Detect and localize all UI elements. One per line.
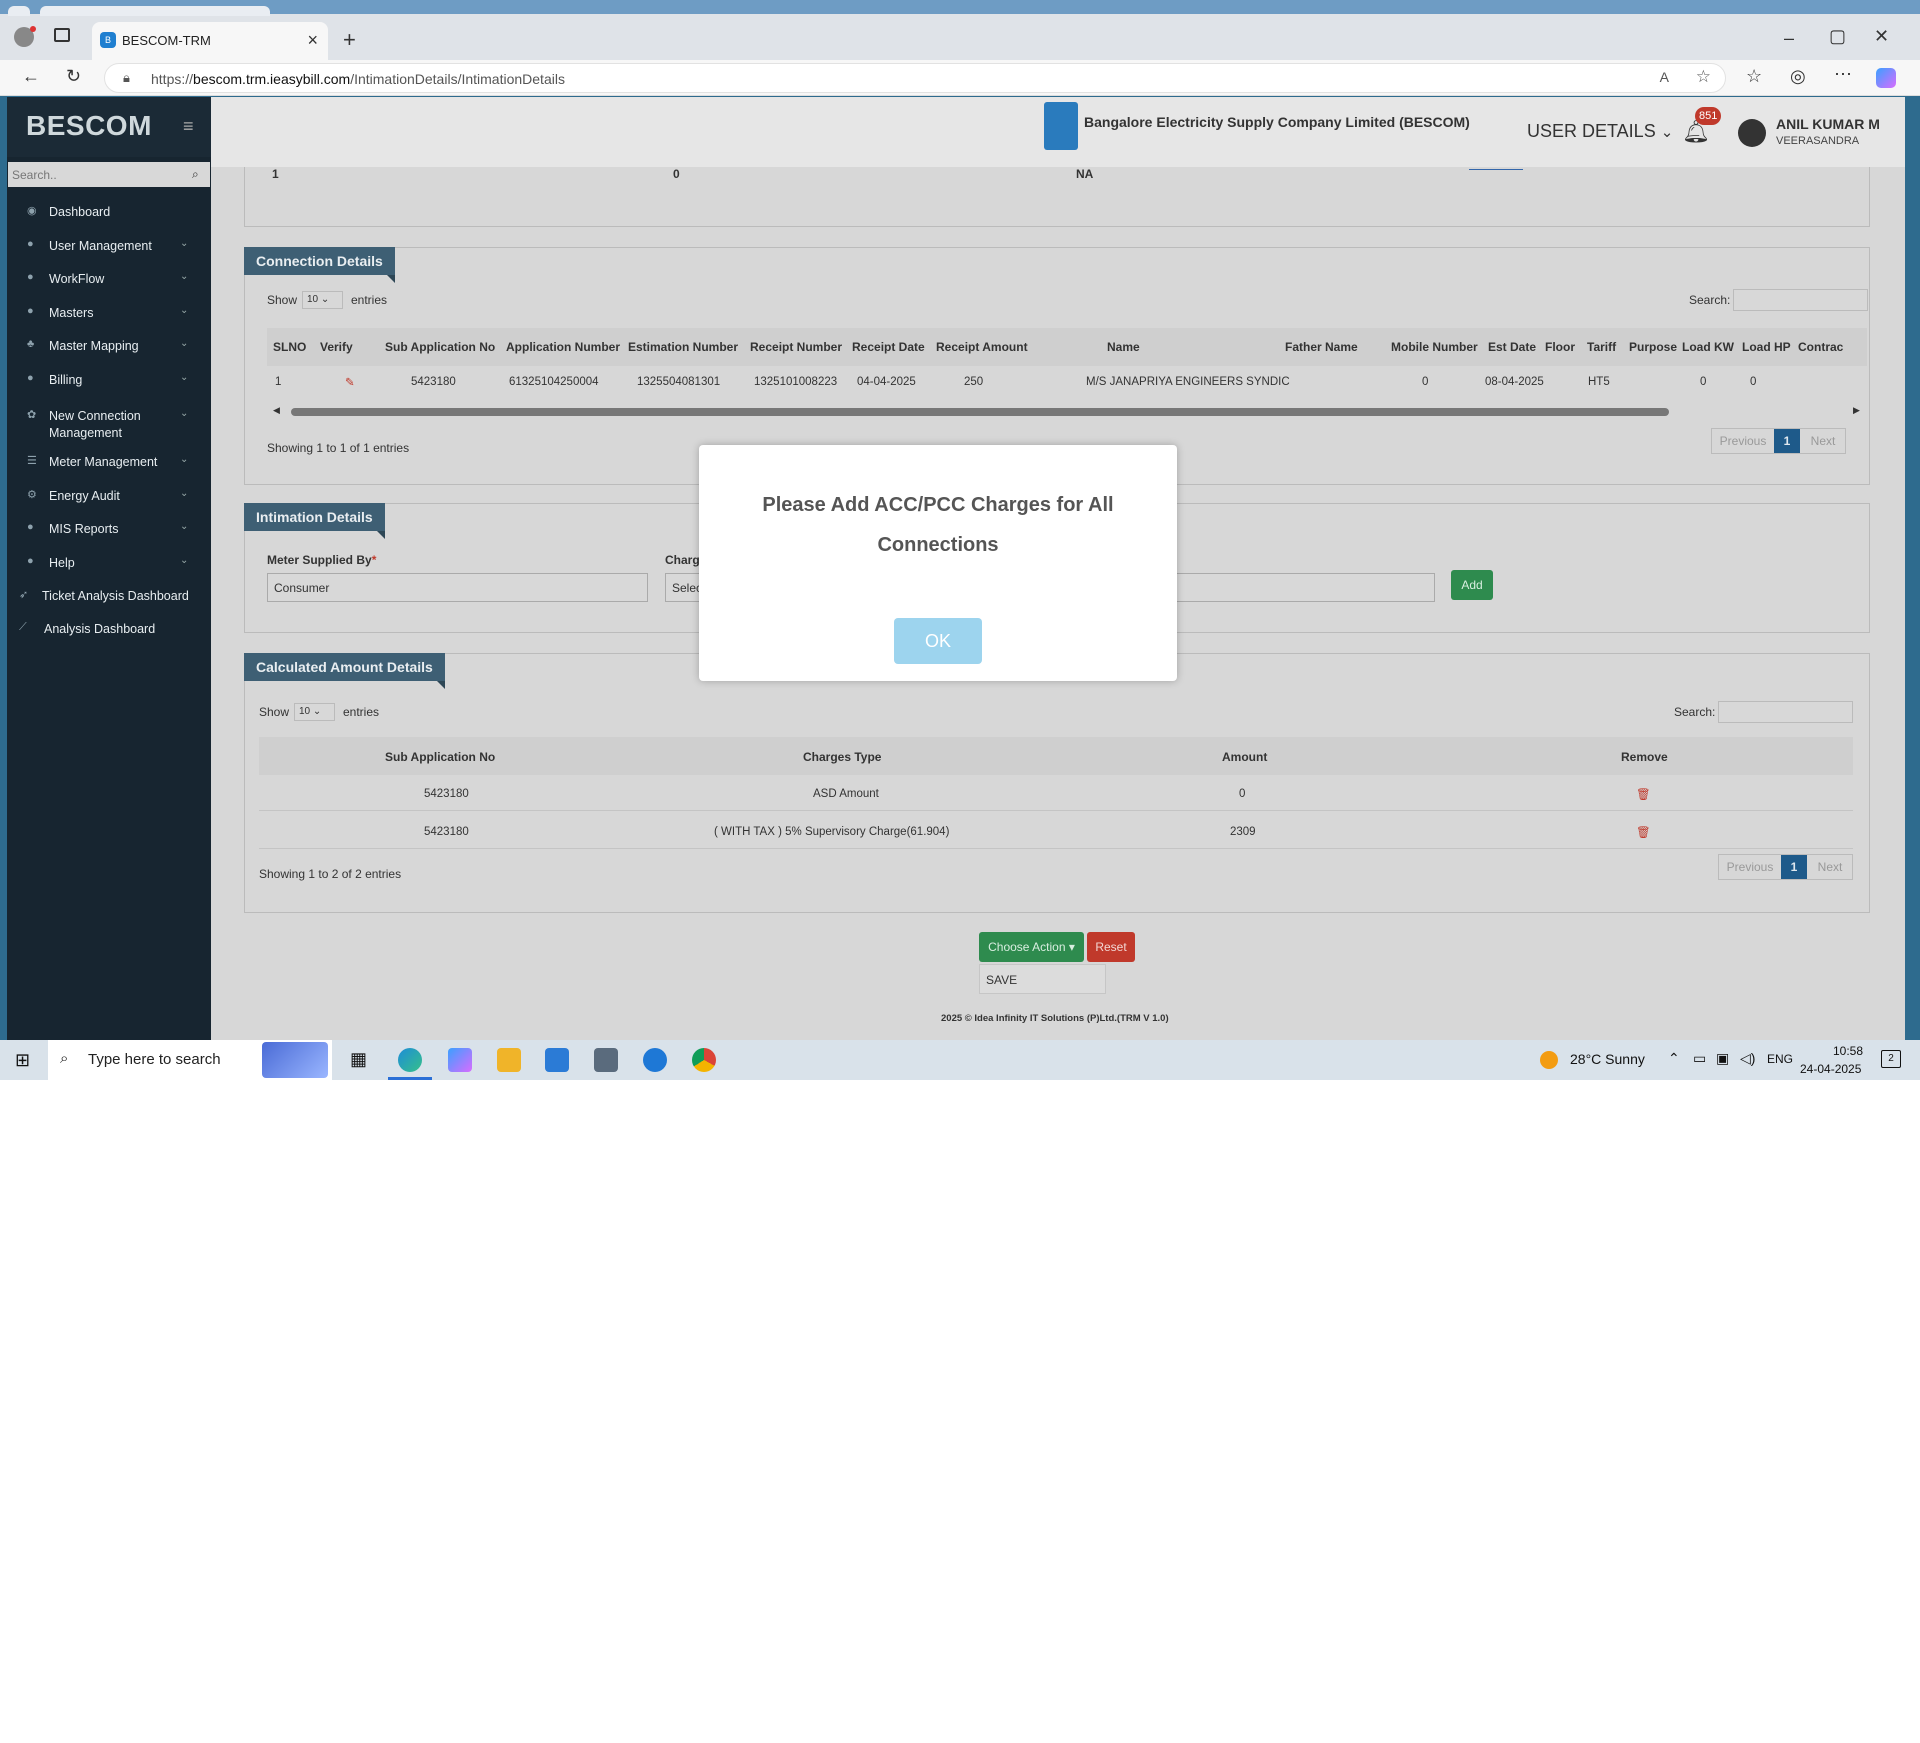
task-view-icon[interactable]: ▦	[350, 1049, 367, 1070]
device-icon[interactable]: ▭	[1693, 1050, 1706, 1067]
search-highlight-icon	[262, 1042, 328, 1078]
file-explorer-icon[interactable]	[497, 1048, 521, 1072]
chrome-icon[interactable]	[692, 1048, 716, 1072]
windows-start-icon[interactable]: ⊞	[15, 1050, 30, 1071]
windows-taskbar: ⊞ ⌕ Type here to search ▦ 28°C Sunny ⌃ ▭…	[0, 1040, 1920, 1080]
taskbar-search-input[interactable]: ⌕ Type here to search	[48, 1040, 332, 1080]
active-app-indicator	[388, 1077, 432, 1080]
alert-message: Please Add ACC/PCC Charges for All Conne…	[762, 494, 1114, 556]
taskbar-search-placeholder: Type here to search	[88, 1051, 221, 1068]
language-indicator[interactable]: ENG	[1767, 1052, 1793, 1066]
sun-icon	[1540, 1051, 1558, 1069]
notification-center-icon[interactable]: 2	[1881, 1050, 1901, 1068]
alert-dialog: Please Add ACC/PCC Charges for All Conne…	[699, 445, 1177, 681]
weather-text[interactable]: 28°C Sunny	[1570, 1051, 1645, 1067]
search-icon: ⌕	[60, 1050, 69, 1067]
store-icon[interactable]	[545, 1048, 569, 1072]
volume-icon[interactable]: ◁)	[1740, 1050, 1755, 1067]
chevron-up-icon[interactable]: ⌃	[1668, 1050, 1680, 1067]
clock-date[interactable]: 24-04-2025	[1800, 1062, 1861, 1076]
network-icon[interactable]: ▣	[1716, 1050, 1729, 1067]
internet-explorer-icon[interactable]	[643, 1048, 667, 1072]
ok-button[interactable]: OK	[894, 618, 982, 664]
clock-time[interactable]: 10:58	[1818, 1044, 1878, 1058]
copilot-app-icon[interactable]	[448, 1048, 472, 1072]
app-icon[interactable]	[594, 1048, 618, 1072]
notification-count: 2	[1888, 1053, 1894, 1064]
edge-icon[interactable]	[398, 1048, 422, 1072]
